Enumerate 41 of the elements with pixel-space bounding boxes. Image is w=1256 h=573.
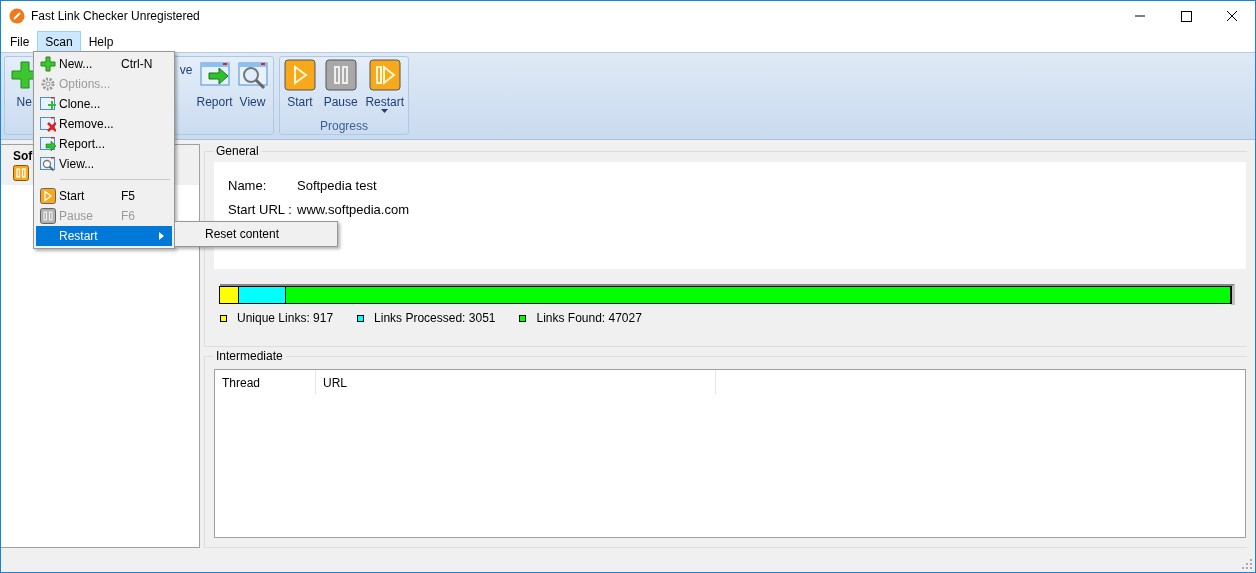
menu-entry[interactable]: Reset content [177,224,335,244]
legend-label: Links Processed: 3051 [374,311,496,325]
menu-entry[interactable]: Report... [36,134,172,154]
toolbar-button[interactable]: Ne [6,57,39,119]
pause-icon [324,59,357,91]
pause-icon [13,165,29,181]
play-icon [40,188,56,204]
toolbar-button[interactable]: Start [281,57,318,119]
table-magnifier-icon [40,156,56,172]
skip-icon [368,59,401,91]
toolbar-button[interactable]: Report [194,57,235,119]
column-header[interactable]: URL [316,370,716,394]
submenu-arrow-icon [159,232,164,240]
field-value: Softpedia test [297,178,377,193]
menu-item[interactable]: Scan [37,30,81,53]
menu-entry[interactable]: Start F5 [36,186,172,206]
resize-grip-icon[interactable] [1242,559,1252,569]
field-label: Name: [228,178,268,193]
table-plus-icon [40,96,56,112]
pause-icon [40,208,56,224]
toolbar-button[interactable]: View [234,57,271,119]
group-label: Progress [320,119,368,134]
field-label: Start URL : [228,202,293,217]
toolbar-button[interactable]: Restart [363,57,407,119]
group-title: Intermediate [215,349,284,363]
table-magnifier-icon [236,59,269,91]
group-title: General [215,144,260,158]
gear-icon [40,76,56,92]
column-header[interactable]: Thread [215,370,316,394]
play-icon [283,59,316,91]
menu-item[interactable]: File [2,30,38,53]
toolbar-button[interactable]: Pause [321,57,360,119]
field-value: www.softpedia.com [297,202,409,217]
table-cross-icon [40,116,56,132]
legend-label: Unique Links: 917 [237,311,334,325]
menu-entry[interactable]: View... [36,154,172,174]
app-logo-icon [9,8,25,24]
menu-item[interactable]: Help [80,30,122,53]
window-title: Fast Link Checker Unregistered [31,9,200,23]
menu-entry[interactable]: Restart [36,226,172,246]
legend-label: Links Found: 47027 [536,311,642,325]
